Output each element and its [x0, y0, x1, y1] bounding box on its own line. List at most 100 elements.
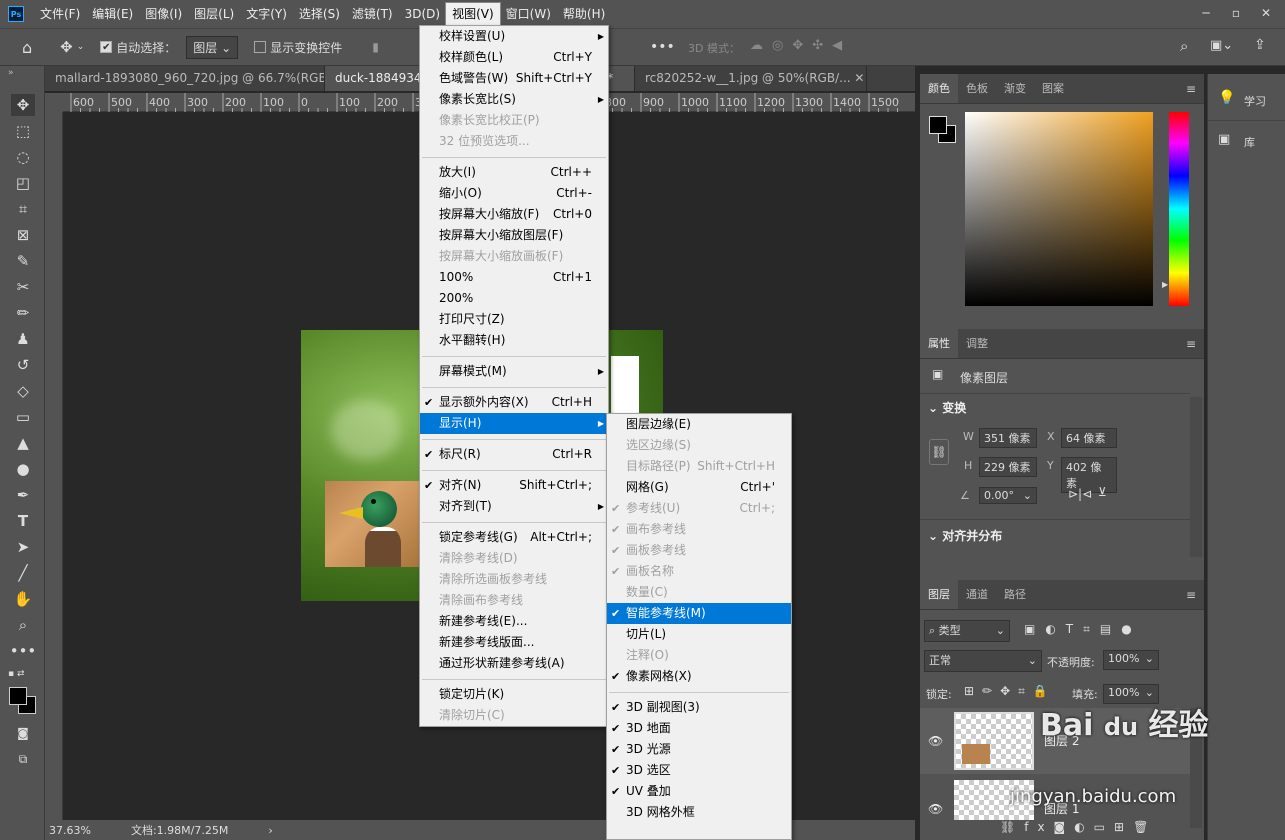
flip-vertical-icon[interactable]: ⊻ [1098, 485, 1107, 499]
library-icon[interactable]: ▣ [1218, 132, 1230, 147]
quick-mask-icon[interactable]: ◙ [11, 722, 35, 744]
ruler-origin[interactable] [45, 93, 63, 112]
x-field[interactable]: 64 像素 [1061, 428, 1117, 448]
menu-item[interactable]: ✔ 显示额外内容(X) Ctrl+H [420, 392, 608, 413]
screen-mode-icon[interactable]: ⧉ [11, 748, 35, 770]
tab-patterns[interactable]: 图案 [1034, 74, 1072, 103]
menu-item[interactable]: ✔ 像素网格(X) [607, 666, 791, 687]
swap-colors-icon[interactable]: ▪ ⇄ [8, 669, 25, 679]
panel-menu-icon[interactable]: ≡ [1186, 329, 1196, 358]
menu-item[interactable]: 校样设置(U) ▶ [420, 26, 608, 47]
blend-mode-dropdown[interactable]: 正常 ⌄ [924, 650, 1042, 672]
move-tool-icon[interactable]: ✥ [11, 94, 35, 116]
path-select-icon[interactable]: ➤ [11, 536, 35, 558]
menu-file[interactable]: 文件(F) [34, 3, 86, 25]
gradient-tool-icon[interactable]: ▭ [11, 406, 35, 428]
menu-item[interactable]: 网格(G) Ctrl+' [607, 477, 791, 498]
menu-item[interactable]: 放大(I) Ctrl++ [420, 162, 608, 183]
align-left-icon[interactable]: ▮ [372, 40, 379, 54]
tab-channels[interactable]: 通道 [958, 580, 996, 609]
vertical-ruler[interactable] [45, 93, 63, 820]
document-tab[interactable]: rc820252-w__1.jpg @ 50%(RGB/... ✕ [635, 66, 867, 91]
layer-select-dropdown[interactable]: 图层 ⌄ [186, 35, 239, 59]
more-options-icon[interactable]: ••• [650, 39, 675, 55]
minimize-icon[interactable]: ─ [1195, 3, 1217, 23]
menu-edit[interactable]: 编辑(E) [86, 3, 139, 25]
menu-select[interactable]: 选择(S) [293, 3, 346, 25]
menu-item[interactable]: 按屏幕大小缩放图层(F) [420, 225, 608, 246]
home-icon[interactable]: ⌂ [22, 38, 32, 57]
menu-layer[interactable]: 图层(L) [188, 3, 240, 25]
menu-item[interactable]: ✔ 3D 副视图(3) [607, 697, 791, 718]
menu-item[interactable]: 按屏幕大小缩放(F) Ctrl+0 [420, 204, 608, 225]
crop-tool-icon[interactable]: ⌗ [11, 198, 35, 220]
marquee-tool-icon[interactable]: ⬚ [11, 120, 35, 142]
menu-item[interactable]: ✔ 3D 光源 [607, 739, 791, 760]
menu-item[interactable]: 切片(L) [607, 624, 791, 645]
tab-properties[interactable]: 属性 [920, 329, 958, 358]
frame-tool-icon[interactable]: ⊠ [11, 224, 35, 246]
tab-swatches[interactable]: 色板 [958, 74, 996, 103]
menu-item[interactable]: 锁定参考线(G) Alt+Ctrl+; [420, 527, 608, 548]
tab-adjustments[interactable]: 调整 [958, 329, 996, 358]
learn-label[interactable]: 学习 [1244, 93, 1266, 109]
menu-window[interactable]: 窗口(W) [500, 3, 557, 25]
tab-paths[interactable]: 路径 [996, 580, 1034, 609]
brush-tool-icon[interactable]: ✏ [11, 302, 35, 324]
flip-horizontal-icon[interactable]: ⊳|⊲ [1068, 487, 1092, 501]
pen-tool-icon[interactable]: ✒ [11, 484, 35, 506]
hue-slider-handle-icon[interactable]: ▶ [1162, 280, 1168, 289]
visibility-eye-icon[interactable]: 👁 [928, 734, 943, 748]
opacity-field[interactable]: 100% ⌄ [1103, 650, 1159, 670]
menu-3d[interactable]: 3D(D) [399, 3, 446, 25]
menu-item[interactable]: 200% [420, 288, 608, 309]
blur-tool-icon[interactable]: ▲ [11, 432, 35, 454]
layer-filter-icons[interactable]: ▣◐T⌗▤● [1024, 622, 1142, 637]
menu-item[interactable]: 对齐到(T) ▶ [420, 496, 608, 517]
menu-item[interactable]: 屏幕模式(M) ▶ [420, 361, 608, 382]
menu-item[interactable]: ✔ 3D 选区 [607, 760, 791, 781]
healing-brush-icon[interactable]: ✂ [11, 276, 35, 298]
tab-color[interactable]: 颜色 [920, 74, 958, 103]
transform-section[interactable]: ⌄ 变换 [928, 399, 966, 416]
dodge-tool-icon[interactable]: ● [11, 458, 35, 480]
visibility-eye-icon[interactable]: 👁 [928, 802, 943, 816]
menu-item[interactable]: 像素长宽比(S) ▶ [420, 89, 608, 110]
menu-image[interactable]: 图像(I) [139, 3, 188, 25]
align-distribute-section[interactable]: ⌄ 对齐并分布 [928, 527, 1002, 544]
panel-menu-icon[interactable]: ≡ [1186, 74, 1196, 103]
eraser-tool-icon[interactable]: ◇ [11, 380, 35, 402]
history-brush-icon[interactable]: ↺ [11, 354, 35, 376]
hue-slider[interactable] [1169, 112, 1189, 306]
object-select-icon[interactable]: ◰ [11, 172, 35, 194]
zoom-level[interactable]: 37.63% [49, 824, 91, 837]
properties-scrollbar[interactable] [1190, 397, 1202, 557]
width-field[interactable]: 351 像素 [979, 428, 1037, 448]
3d-mode-icons[interactable]: ☁◎✥✣◀ [750, 38, 851, 53]
angle-field[interactable]: 0.00° ⌄ [979, 487, 1037, 504]
zoom-tool-icon[interactable]: ⌕ [11, 614, 35, 636]
menu-type[interactable]: 文字(Y) [240, 3, 293, 25]
menu-help[interactable]: 帮助(H) [557, 3, 611, 25]
maximize-icon[interactable]: ▫ [1225, 3, 1247, 23]
menu-item[interactable]: 新建参考线版面... [420, 632, 608, 653]
document-tab[interactable]: mallard-1893080_960_720.jpg @ 66.7%(RGB/… [45, 66, 325, 91]
library-label[interactable]: 库 [1244, 134, 1255, 150]
menu-item[interactable]: ✔ 标尺(R) Ctrl+R [420, 444, 608, 465]
menu-item[interactable]: 锁定切片(K) [420, 684, 608, 705]
menu-view[interactable]: 视图(V) [445, 2, 501, 26]
menu-item[interactable]: 图层边缘(E) [607, 414, 791, 435]
menu-item[interactable]: ✔ 智能参考线(M) [607, 603, 791, 624]
link-icon[interactable]: ⛓ [929, 439, 949, 465]
lock-icons[interactable]: ⊞✏✥⌗🔒 [964, 684, 1056, 699]
auto-select-checkbox[interactable]: ✔ [100, 41, 113, 53]
collapse-icon[interactable]: » [8, 68, 14, 78]
lasso-tool-icon[interactable]: ◌ [11, 146, 35, 168]
panel-menu-icon[interactable]: ≡ [1186, 580, 1196, 609]
menu-item[interactable]: 缩小(O) Ctrl+- [420, 183, 608, 204]
menu-item[interactable]: 通过形状新建参考线(A) [420, 653, 608, 674]
menu-item[interactable]: 显示(H) ▶ [420, 413, 608, 434]
menu-item[interactable]: 3D 网格外框 [607, 802, 791, 823]
menu-item[interactable]: 新建参考线(E)... [420, 611, 608, 632]
menu-item[interactable]: 色域警告(W) Shift+Ctrl+Y [420, 68, 608, 89]
